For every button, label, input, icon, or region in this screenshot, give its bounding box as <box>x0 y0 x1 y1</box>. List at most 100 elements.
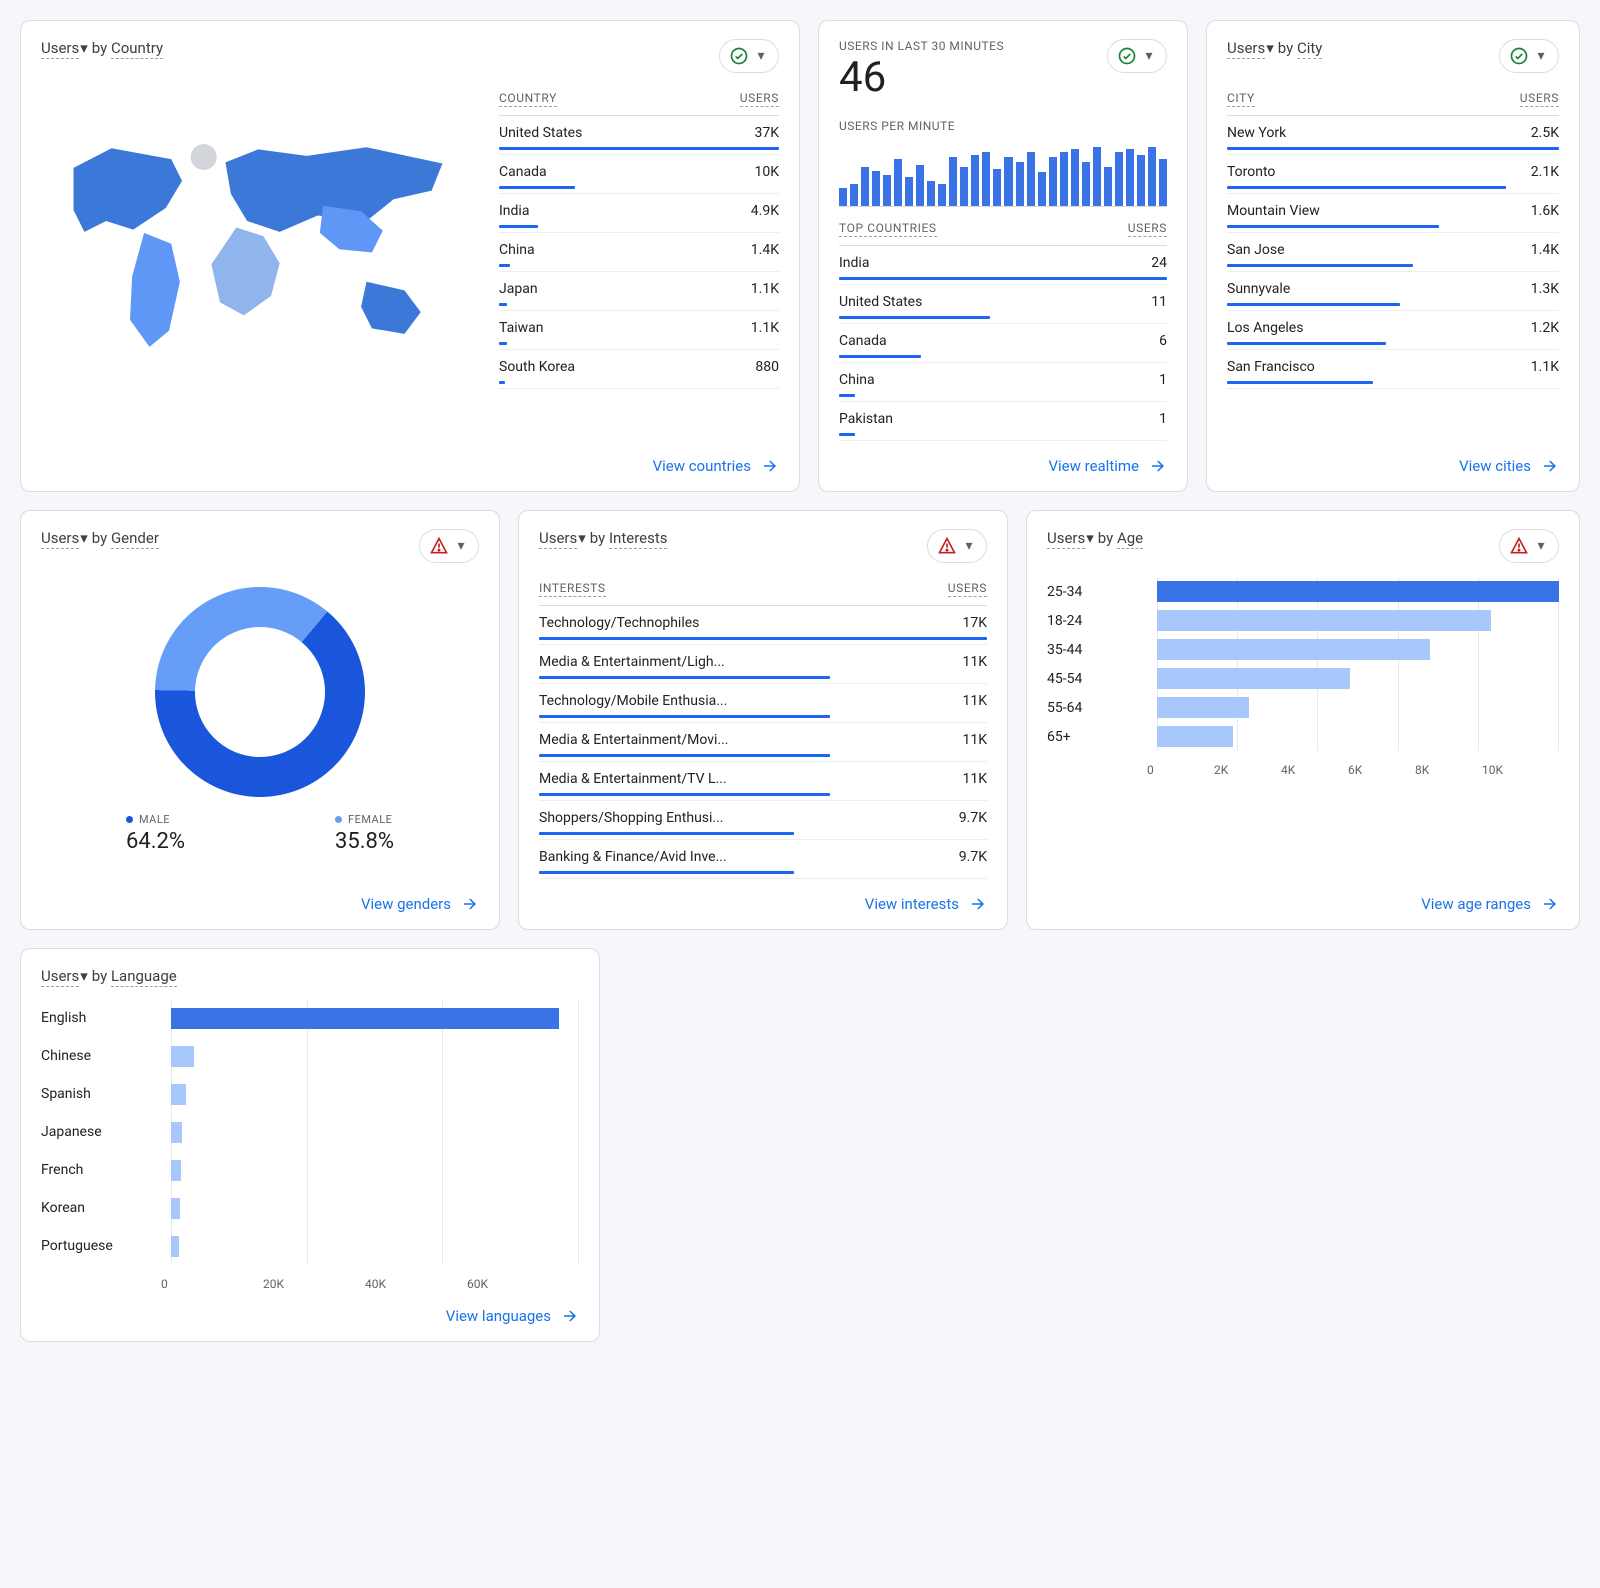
view-realtime-link[interactable]: View realtime <box>1048 457 1167 475</box>
arrow-right-icon <box>561 1307 579 1325</box>
card-users-by-age: Users▾by Age ▾ 25-3418-2435-4445-5455-64… <box>1026 510 1580 930</box>
table-row[interactable]: San Jose1.4K <box>1227 233 1559 272</box>
card-title[interactable]: Users▾by Age <box>1047 529 1143 547</box>
rt-header-label: USERS IN LAST 30 MINUTES <box>839 39 1004 53</box>
table-row[interactable]: Taiwan1.1K <box>499 311 779 350</box>
view-countries-link[interactable]: View countries <box>653 457 779 475</box>
row-label: China <box>839 372 875 388</box>
row-value: 37K <box>754 125 779 141</box>
row-value: 4.9K <box>751 203 779 219</box>
column-header-users[interactable]: USERS <box>1128 221 1167 237</box>
row-label: Canada <box>839 333 887 349</box>
table-row[interactable]: Japan1.1K <box>499 272 779 311</box>
row-label: Toronto <box>1227 164 1275 180</box>
row-value: 1.1K <box>1531 359 1559 375</box>
chart-bar-row: Chinese <box>171 1037 579 1075</box>
view-interests-link[interactable]: View interests <box>865 895 987 913</box>
card-status-selector[interactable]: ▾ <box>1499 39 1559 73</box>
column-header-users[interactable]: USERS <box>1520 91 1559 107</box>
table-row[interactable]: Mountain View1.6K <box>1227 194 1559 233</box>
table-row[interactable]: Technology/Technophiles17K <box>539 606 987 645</box>
column-header-city[interactable]: CITY <box>1227 91 1255 107</box>
column-header-users[interactable]: USERS <box>740 91 779 107</box>
card-status-selector[interactable]: ▾ <box>419 529 479 563</box>
row-value: 6 <box>1159 333 1167 349</box>
table-row[interactable]: South Korea880 <box>499 350 779 389</box>
row-value: 1.1K <box>751 281 779 297</box>
row-label: Canada <box>499 164 547 180</box>
table-row[interactable]: Media & Entertainment/TV L...11K <box>539 762 987 801</box>
row-label: India <box>839 255 869 271</box>
card-users-by-country: Users▾by Country ▾ <box>20 20 800 492</box>
caret-down-icon: ▾ <box>1086 529 1094 547</box>
table-row[interactable]: Banking & Finance/Avid Inve...9.7K <box>539 840 987 879</box>
table-row[interactable]: Media & Entertainment/Movi... 11K <box>539 723 987 762</box>
column-header-top-countries[interactable]: TOP COUNTRIES <box>839 221 937 237</box>
rt-user-count: 46 <box>839 57 1004 99</box>
card-title[interactable]: Users▾by City <box>1227 39 1322 57</box>
row-value: 11K <box>962 732 987 748</box>
card-realtime-users: USERS IN LAST 30 MINUTES 46 USERS PER MI… <box>818 20 1188 492</box>
caret-down-icon: ▾ <box>80 967 88 985</box>
realtime-top-rows: India24United States11Canada6China1Pakis… <box>839 246 1167 441</box>
check-circle-icon <box>1508 45 1530 67</box>
language-bar-chart: EnglishChineseSpanishJapaneseFrenchKorea… <box>41 999 579 1291</box>
row-value: 1.6K <box>1531 203 1559 219</box>
card-title[interactable]: Users▾by Gender <box>41 529 159 547</box>
row-label: Sunnyvale <box>1227 281 1290 297</box>
view-languages-link[interactable]: View languages <box>446 1307 579 1325</box>
table-row[interactable]: New York2.5K <box>1227 116 1559 155</box>
card-title[interactable]: Users▾by Language <box>41 967 177 985</box>
row-value: 1.1K <box>751 320 779 336</box>
card-status-selector[interactable]: ▾ <box>927 529 987 563</box>
chevron-down-icon: ▾ <box>1138 48 1160 64</box>
table-row[interactable]: China1 <box>839 363 1167 402</box>
table-row[interactable]: India4.9K <box>499 194 779 233</box>
alert-triangle-icon <box>428 535 450 557</box>
table-row[interactable]: Pakistan1 <box>839 402 1167 441</box>
card-status-selector[interactable]: ▾ <box>719 39 779 73</box>
alert-triangle-icon <box>1508 535 1530 557</box>
caret-down-icon: ▾ <box>578 529 586 547</box>
card-status-selector[interactable]: ▾ <box>1499 529 1559 563</box>
table-row[interactable]: Canada 6 <box>839 324 1167 363</box>
chart-bar-row: Korean <box>171 1189 579 1227</box>
chart-bar-row: Portuguese <box>171 1227 579 1265</box>
card-title[interactable]: Users▾by Country <box>41 39 163 57</box>
row-value: 11K <box>962 693 987 709</box>
caret-down-icon: ▾ <box>80 39 88 57</box>
table-row[interactable]: Sunnyvale1.3K <box>1227 272 1559 311</box>
table-row[interactable]: Canada 10K <box>499 155 779 194</box>
row-label: San Jose <box>1227 242 1285 258</box>
view-cities-link[interactable]: View cities <box>1459 457 1559 475</box>
column-header-interests[interactable]: INTERESTS <box>539 581 606 597</box>
table-row[interactable]: San Francisco1.1K <box>1227 350 1559 389</box>
row-label: Media & Entertainment/Movi... <box>539 732 728 748</box>
table-row[interactable]: Los Angeles 1.2K <box>1227 311 1559 350</box>
row-label: Media & Entertainment/Ligh... <box>539 654 725 670</box>
chart-bar-row: 45-54 <box>1157 664 1559 693</box>
column-header-country[interactable]: COUNTRY <box>499 91 557 107</box>
table-row[interactable]: Shoppers/Shopping Enthusi...9.7K <box>539 801 987 840</box>
row-value: 11K <box>962 771 987 787</box>
table-row[interactable]: China1.4K <box>499 233 779 272</box>
table-row[interactable]: Media & Entertainment/Ligh...11K <box>539 645 987 684</box>
card-title[interactable]: Users▾by Interests <box>539 529 667 547</box>
table-row[interactable]: United States11 <box>839 285 1167 324</box>
view-age-ranges-link[interactable]: View age ranges <box>1421 895 1559 913</box>
table-row[interactable]: Technology/Mobile Enthusia...11K <box>539 684 987 723</box>
row-label: Los Angeles <box>1227 320 1303 336</box>
row-value: 10K <box>754 164 779 180</box>
table-row[interactable]: India24 <box>839 246 1167 285</box>
world-map-chart[interactable] <box>41 87 475 389</box>
column-header-users[interactable]: USERS <box>948 581 987 597</box>
check-circle-icon <box>1116 45 1138 67</box>
view-genders-link[interactable]: View genders <box>361 895 479 913</box>
row-label: Shoppers/Shopping Enthusi... <box>539 810 724 826</box>
card-status-selector[interactable]: ▾ <box>1107 39 1167 73</box>
row-value: 1.2K <box>1531 320 1559 336</box>
table-row[interactable]: United States 37K <box>499 116 779 155</box>
row-value: 1 <box>1159 411 1167 427</box>
table-row[interactable]: Toronto2.1K <box>1227 155 1559 194</box>
row-label: United States <box>499 125 582 141</box>
